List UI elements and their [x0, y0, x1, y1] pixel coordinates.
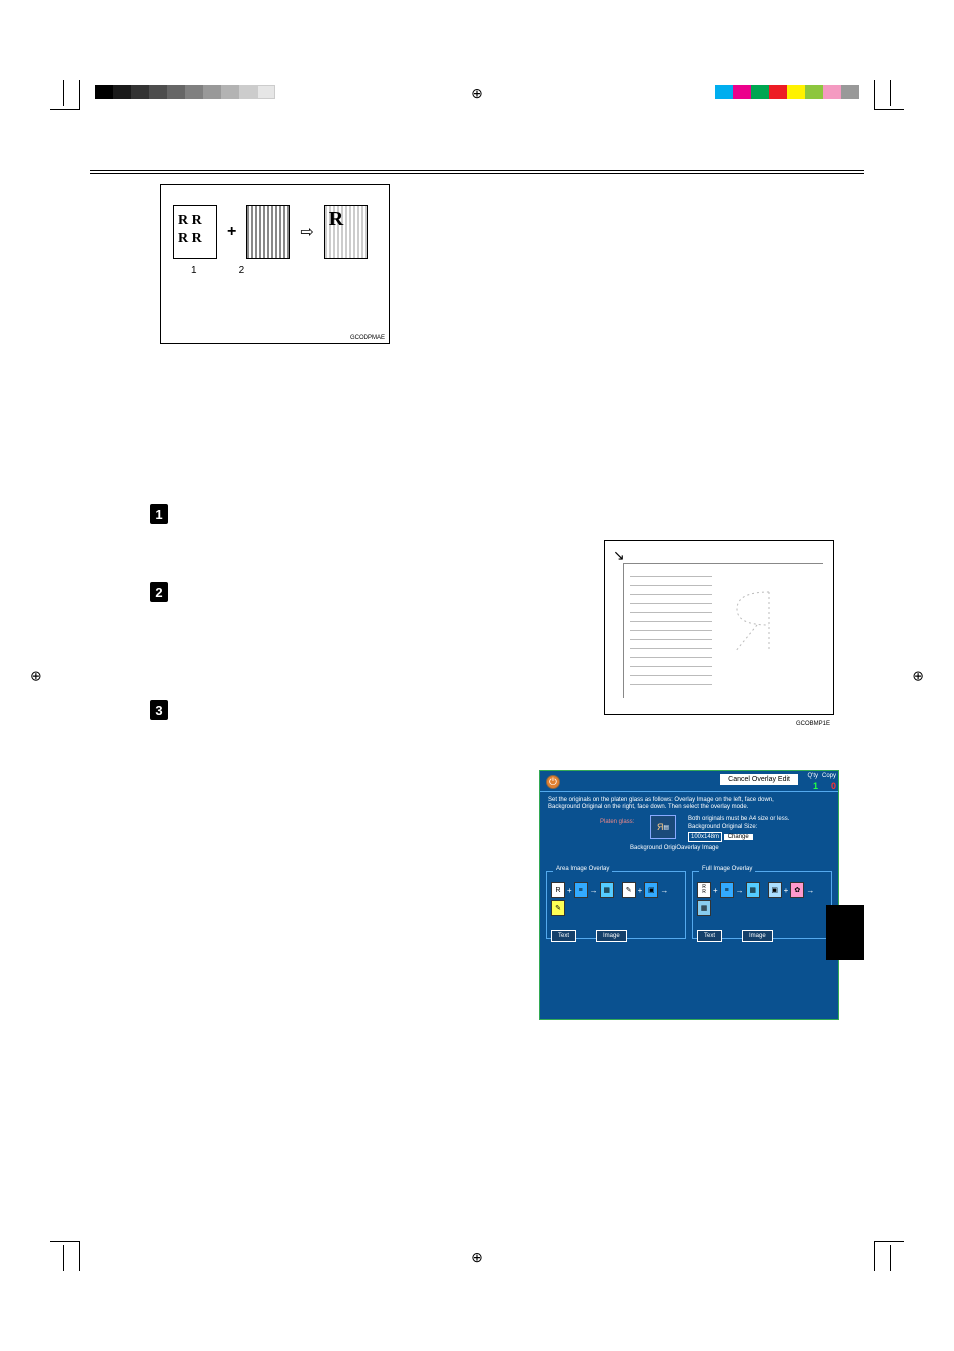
diagram-caption: GCOBMP1E [796, 721, 830, 727]
bg-size-value: 100x148m [688, 832, 722, 842]
overlay-icon: ✎ [622, 882, 636, 898]
arrow-right-icon: → [736, 886, 744, 895]
crop-mark [890, 1245, 896, 1271]
corner-arrow-icon: ↘ [613, 547, 625, 564]
group-title: Full Image Overlay [699, 866, 755, 872]
diagram-label-2: 2 [239, 265, 245, 276]
overlay-icon: ✿ [790, 882, 804, 898]
instructions-text: Set the originals on the platen glass as… [548, 797, 774, 811]
foreground-original-box: R R R R [173, 205, 217, 259]
divider [540, 791, 838, 792]
overlay-icon: R [551, 882, 565, 898]
text-mode-button[interactable]: Text [551, 930, 576, 942]
below-label: Background OrigiOaverlay Image [630, 845, 719, 851]
text-mode-button[interactable]: Text [697, 930, 722, 942]
crop-mark [50, 1241, 80, 1271]
power-icon[interactable]: ⏻ [546, 775, 560, 789]
diagram-caption: GCODPMAE [350, 335, 385, 341]
background-size-info: Both originals must be A4 size or less. … [688, 815, 789, 842]
image-mode-button[interactable]: Image [596, 930, 627, 942]
registration-mark-icon: ⊕ [471, 1249, 483, 1266]
page-tab-marker [826, 905, 864, 960]
plus-icon: + [713, 886, 718, 895]
step-number-1: 1 [150, 504, 168, 524]
arrow-right-icon: → [806, 886, 814, 895]
overlay-result-icon: ▦ [600, 882, 614, 898]
platen-glass-icon: R▤ [650, 815, 676, 839]
color-bar [715, 85, 859, 99]
overlay-result-icon: ▦ [697, 900, 711, 916]
group-title: Area Image Overlay [553, 866, 612, 872]
background-original-box [246, 205, 290, 259]
arrow-right-icon: ⇨ [300, 222, 313, 242]
crop-mark [50, 80, 80, 110]
plus-icon: + [227, 223, 236, 241]
crop-mark [58, 1245, 64, 1271]
overlay-icon: ▣ [644, 882, 658, 898]
result-letter: R [329, 208, 343, 230]
platen-glass-label: Platen glass: [600, 819, 634, 825]
registration-mark-icon: ⊕ [471, 85, 483, 102]
divider [90, 170, 864, 174]
crop-mark [58, 80, 64, 106]
overlay-image-area [630, 570, 712, 685]
arrow-right-icon: → [660, 886, 668, 895]
overlay-icon: R R [697, 882, 711, 898]
result-box: R [324, 205, 368, 259]
crop-mark [890, 80, 896, 106]
area-image-overlay-group: Area Image Overlay R + ≡ → ▦ ✎ + ▣ → ✎ T… [546, 871, 686, 939]
overlay-edit-screenshot: ⏻ Cancel Overlay Edit Q'ty 1 Copy 0 Set … [539, 770, 839, 1020]
image-mode-button[interactable]: Image [742, 930, 773, 942]
change-button[interactable]: Change [724, 834, 753, 840]
full-image-overlay-group: Full Image Overlay R R + ≡ → ▦ ▣ + ✿ → ▦… [692, 871, 832, 939]
overlay-concept-diagram: R R R R + ⇨ R 1 2 GCODPMAE [160, 184, 390, 344]
overlay-result-icon: ▦ [746, 882, 760, 898]
copy-label: Copy [822, 773, 836, 779]
background-original-area [722, 582, 782, 662]
overlay-icon: ≡ [720, 882, 734, 898]
plus-icon: + [567, 886, 572, 895]
registration-mark-icon: ⊕ [30, 667, 42, 684]
plus-icon: + [638, 886, 643, 895]
qty-value: 1 [813, 781, 818, 791]
qty-label: Q'ty [808, 773, 818, 779]
plus-icon: + [784, 886, 789, 895]
platen-glass-diagram: ↘ GCOBMP1E [604, 540, 834, 715]
step-number-3: 3 [150, 700, 168, 720]
diagram-label-1: 1 [191, 265, 197, 276]
grayscale-bar [95, 85, 275, 99]
overlay-icon: ≡ [574, 882, 588, 898]
page-content: R R R R + ⇨ R 1 2 GCODPMAE 1 ↘ GCOBMP1E [90, 130, 864, 1221]
crop-mark [874, 80, 904, 110]
arrow-right-icon: → [590, 886, 598, 895]
crop-mark [874, 1241, 904, 1271]
registration-mark-icon: ⊕ [912, 667, 924, 684]
overlay-icon: ▣ [768, 882, 782, 898]
copy-value: 0 [831, 781, 836, 791]
cancel-overlay-edit-button[interactable]: Cancel Overlay Edit [720, 774, 798, 785]
step-number-2: 2 [150, 582, 168, 602]
overlay-result-icon: ✎ [551, 900, 565, 916]
